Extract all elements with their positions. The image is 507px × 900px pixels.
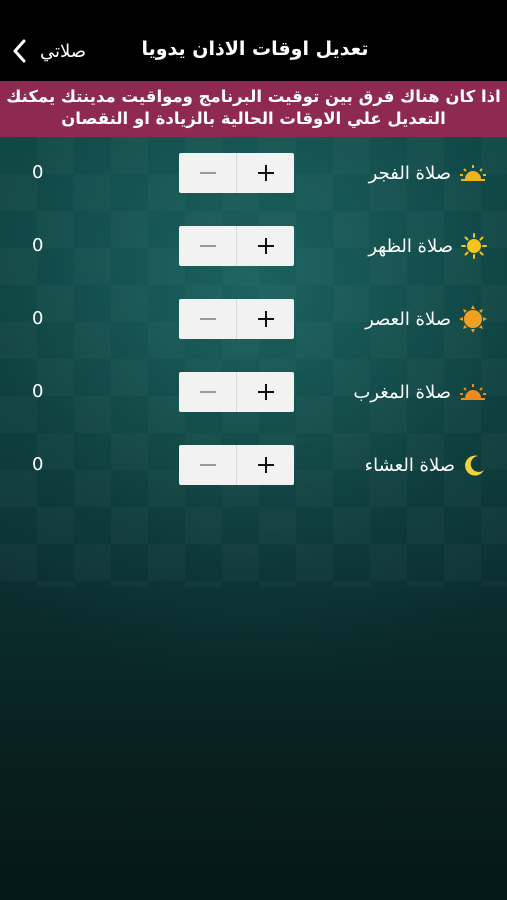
decrease-button[interactable] <box>179 372 237 412</box>
minus-icon <box>198 163 218 183</box>
minus-icon <box>198 382 218 402</box>
offset-value: 0 <box>32 235 44 256</box>
sun-icon <box>461 233 487 259</box>
info-banner-line-1: اذا كان هناك فرق بين توقيت البرنامج وموا… <box>6 87 501 106</box>
prayer-row-asr: 0 صلاة العصر <box>0 299 507 339</box>
back-label: صلاتي <box>40 40 87 62</box>
prayer-label: صلاة العصر <box>365 299 487 339</box>
sunset-icon <box>459 382 487 402</box>
prayer-name: صلاة الظهر <box>368 235 453 257</box>
top-bar: صلاتي تعديل اوقات الاذان يدويا <box>0 0 507 81</box>
offset-value: 0 <box>32 381 44 402</box>
offset-stepper <box>179 372 294 412</box>
prayer-name: صلاة الفجر <box>368 162 451 184</box>
prayer-label: صلاة العشاء <box>365 445 487 485</box>
decrease-button[interactable] <box>179 226 237 266</box>
info-banner-line-2: التعديل علي الاوقات الحالية بالزيادة او … <box>61 109 446 128</box>
plus-icon <box>256 309 276 329</box>
increase-button[interactable] <box>237 445 294 485</box>
background-pattern <box>0 137 507 587</box>
decrease-button[interactable] <box>179 153 237 193</box>
prayer-label: صلاة الظهر <box>368 226 487 266</box>
increase-button[interactable] <box>237 226 294 266</box>
chevron-left-icon <box>12 39 26 63</box>
decrease-button[interactable] <box>179 445 237 485</box>
prayer-name: صلاة العشاء <box>364 454 455 476</box>
increase-button[interactable] <box>237 372 294 412</box>
info-banner: اذا كان هناك فرق بين توقيت البرنامج وموا… <box>0 81 507 137</box>
increase-button[interactable] <box>237 299 294 339</box>
plus-icon <box>256 236 276 256</box>
offset-stepper <box>179 299 294 339</box>
offset-value: 0 <box>32 162 44 183</box>
sunrise-icon <box>459 163 487 183</box>
minus-icon <box>198 309 218 329</box>
prayer-label: صلاة المغرب <box>353 372 487 412</box>
offset-value: 0 <box>32 454 44 475</box>
offset-stepper <box>179 153 294 193</box>
offset-stepper <box>179 226 294 266</box>
prayer-name: صلاة المغرب <box>353 381 451 403</box>
plus-icon <box>256 163 276 183</box>
page-title: تعديل اوقات الاذان يدويا <box>141 38 369 60</box>
prayer-name: صلاة العصر <box>365 308 451 330</box>
sun-icon <box>459 305 487 333</box>
back-button[interactable]: صلاتي <box>12 36 86 66</box>
prayer-row-isha: 0 صلاة العشاء <box>0 445 507 485</box>
decrease-button[interactable] <box>179 299 237 339</box>
minus-icon <box>198 236 218 256</box>
prayer-row-maghrib: 0 صلاة المغرب <box>0 372 507 412</box>
offset-value: 0 <box>32 308 44 329</box>
minus-icon <box>198 455 218 475</box>
plus-icon <box>256 382 276 402</box>
prayer-row-fajr: 0 صلاة الفجر <box>0 153 507 193</box>
plus-icon <box>256 455 276 475</box>
prayer-label: صلاة الفجر <box>369 153 487 193</box>
prayer-row-dhuhr: 0 صلاة الظهر <box>0 226 507 266</box>
moon-icon <box>463 453 487 477</box>
offset-stepper <box>179 445 294 485</box>
increase-button[interactable] <box>237 153 294 193</box>
